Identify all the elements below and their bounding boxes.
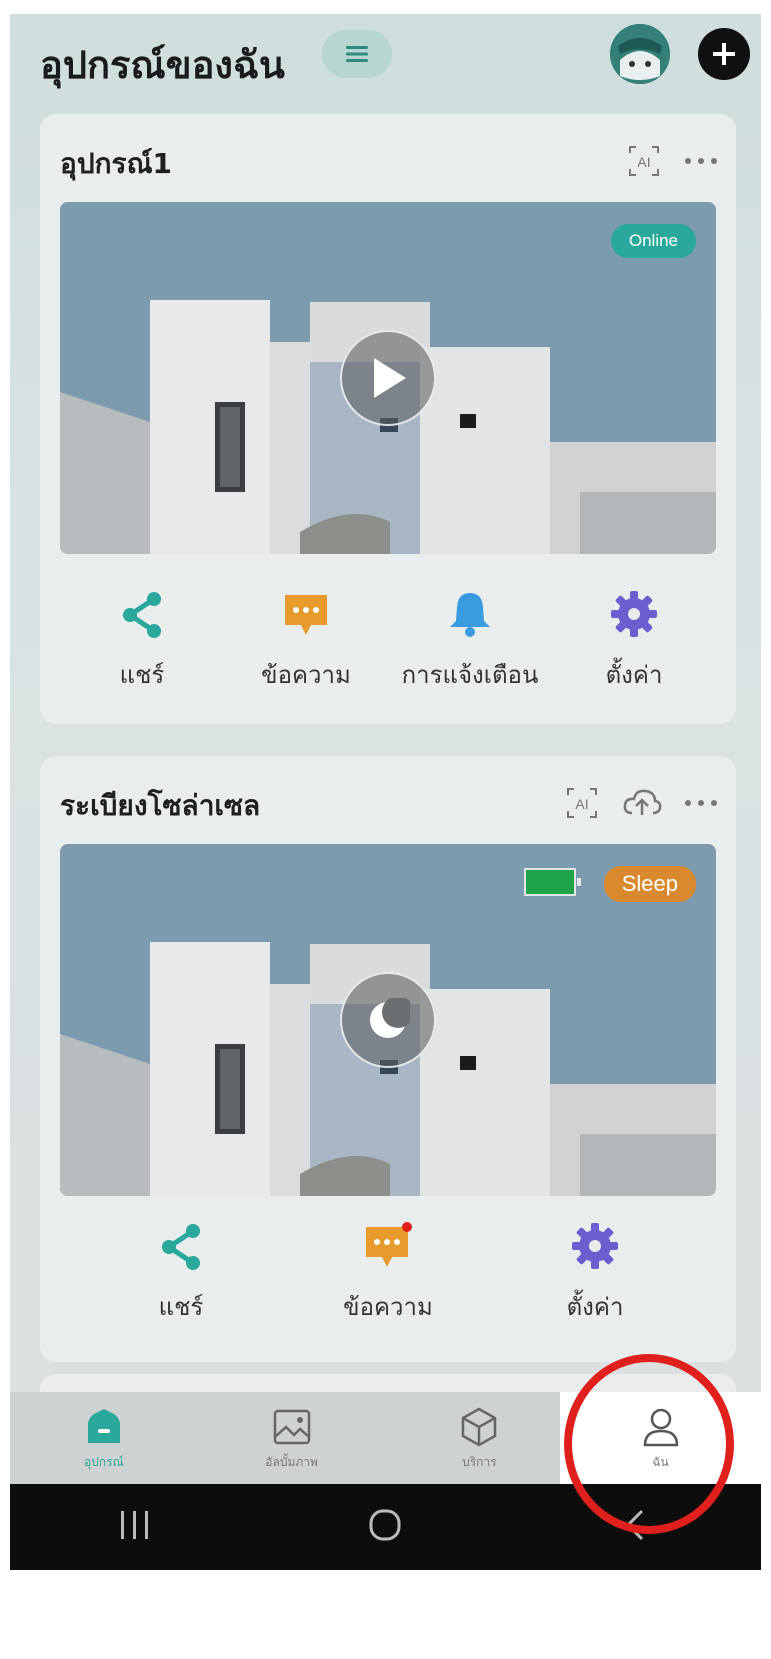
device-name: ระเบียงโซล่าเซล: [60, 789, 261, 822]
action-label: การแจ้งเตือน: [401, 661, 539, 689]
annotation-circle: [564, 1354, 734, 1534]
svg-text:AI: AI: [575, 796, 588, 812]
share-button[interactable]: แชร์: [67, 584, 217, 694]
camera-preview[interactable]: Online: [60, 202, 716, 554]
action-label: แชร์: [158, 1293, 204, 1321]
recent-apps-icon[interactable]: [115, 1507, 155, 1547]
share-icon: [159, 1216, 203, 1271]
robot-avatar-icon[interactable]: [610, 24, 670, 84]
device-actions: แชร์ ข้อความ ตั้งค่า: [60, 1216, 716, 1326]
message-button[interactable]: ข้อความ: [231, 584, 381, 694]
more-icon[interactable]: [684, 798, 718, 808]
status-badge: Sleep: [603, 866, 696, 902]
header: อุปกรณ์ของฉัน: [10, 14, 761, 114]
ai-icon[interactable]: AI: [626, 143, 662, 179]
tab-album[interactable]: อัลบั้มภาพ: [198, 1392, 386, 1484]
tab-devices[interactable]: อุปกรณ์: [10, 1392, 198, 1484]
gear-icon: [570, 1216, 620, 1271]
device-card-1[interactable]: อุปกรณ์1 AI Online แชร์ ข้อความ การแจ้งเ…: [40, 114, 736, 724]
action-label: ตั้งค่า: [605, 661, 663, 689]
moon-icon[interactable]: [340, 972, 436, 1068]
notification-button[interactable]: การแจ้งเตือน: [395, 584, 545, 694]
page-title: อุปกรณ์ของฉัน: [40, 43, 285, 87]
share-button[interactable]: แชร์: [106, 1216, 256, 1326]
bell-icon: [448, 584, 492, 639]
app-screen: อุปกรณ์ของฉัน อุปกรณ์1 AI Online แชร์ ข้…: [10, 14, 761, 1570]
list-icon[interactable]: [322, 30, 392, 78]
action-label: ข้อความ: [343, 1293, 433, 1321]
unread-dot: [402, 1222, 412, 1232]
message-icon: [281, 584, 331, 639]
settings-button[interactable]: ตั้งค่า: [559, 584, 709, 694]
cube-icon: [462, 1407, 497, 1446]
battery-icon: [524, 868, 581, 896]
cloud-upload-icon[interactable]: [622, 787, 662, 819]
svg-text:AI: AI: [637, 154, 650, 170]
action-label: แชร์: [119, 661, 165, 689]
settings-button[interactable]: ตั้งค่า: [520, 1216, 670, 1326]
device-name: อุปกรณ์1: [60, 147, 173, 180]
message-icon: [362, 1216, 414, 1271]
ai-icon[interactable]: AI: [564, 785, 600, 821]
action-label: ตั้งค่า: [566, 1293, 624, 1321]
share-icon: [120, 584, 164, 639]
play-icon[interactable]: [340, 330, 436, 426]
tab-label: บริการ: [462, 1454, 497, 1469]
status-badge: Online: [610, 224, 696, 258]
card-toolbar: AI: [564, 780, 718, 826]
tab-label: อัลบั้มภาพ: [265, 1454, 318, 1469]
message-button[interactable]: ข้อความ: [313, 1216, 463, 1326]
plus-icon[interactable]: [698, 28, 750, 80]
tab-services[interactable]: บริการ: [386, 1392, 574, 1484]
device-actions: แชร์ ข้อความ การแจ้งเตือน ตั้งค่า: [60, 584, 716, 694]
action-label: ข้อความ: [261, 661, 351, 689]
album-icon: [273, 1409, 310, 1444]
device-card-2[interactable]: ระเบียงโซล่าเซล AI Sleep แชร์ ข้อความ ตั…: [40, 756, 736, 1362]
gear-icon: [609, 584, 659, 639]
camera-preview[interactable]: Sleep: [60, 844, 716, 1196]
home-circle-icon[interactable]: [365, 1505, 405, 1549]
card-toolbar: AI: [626, 138, 718, 184]
home-icon: [87, 1408, 120, 1443]
more-icon[interactable]: [684, 156, 718, 166]
tab-label: อุปกรณ์: [84, 1454, 124, 1469]
